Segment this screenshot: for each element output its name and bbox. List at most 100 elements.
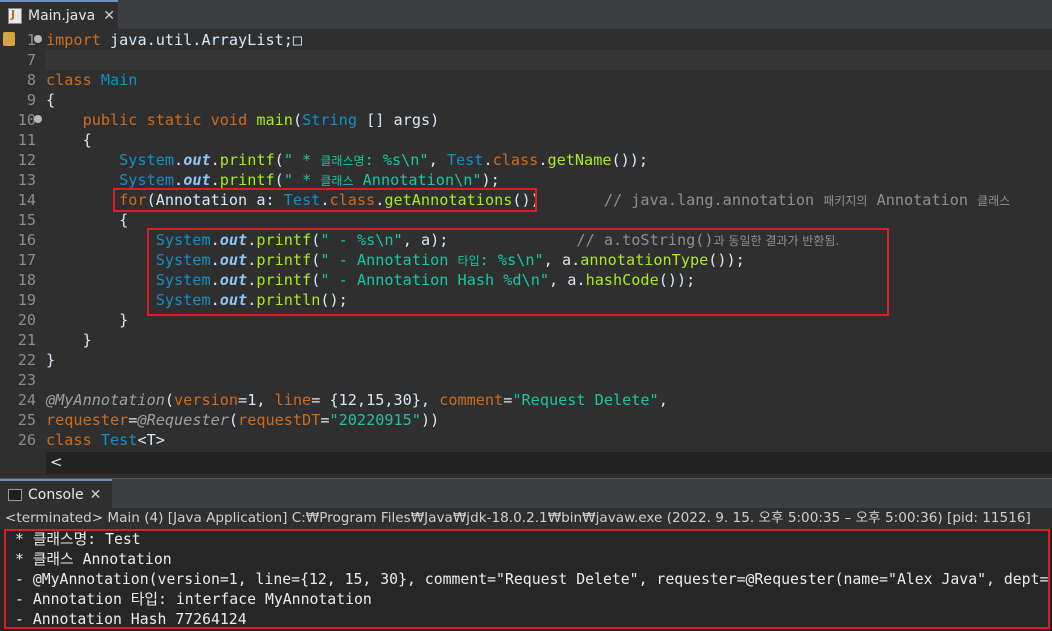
code-token: out (183, 171, 211, 189)
code-token: } (46, 351, 56, 369)
tab-console[interactable]: Console ✕ (0, 479, 112, 509)
console-icon (8, 489, 22, 501)
code-token: <T> (137, 431, 165, 449)
code-token: "Request Delete" (512, 391, 659, 409)
code-token: } (46, 331, 92, 349)
code-token: getName (547, 151, 612, 169)
line-number: 12 (17, 151, 36, 169)
code-token: = (320, 411, 330, 429)
tab-main-java[interactable]: Main.java ✕ (0, 0, 118, 30)
bookmark-icon[interactable] (3, 32, 15, 46)
code-token: Main (100, 71, 138, 89)
code-editor[interactable]: 1 import java.util.ArrayList;□ 7 8 class Mai… (0, 30, 1052, 474)
code-token: . (210, 151, 220, 169)
console-tab-label: Console (28, 487, 84, 503)
code-token: . (483, 151, 493, 169)
code-line[interactable]: 8 class Main (0, 70, 1052, 90)
code-token: 클래스명 (320, 154, 365, 168)
line-number: 15 (17, 211, 36, 229)
code-token: String (302, 111, 357, 129)
line-number: 18 (17, 271, 36, 289)
code-token: class (46, 71, 92, 89)
line-number: 19 (17, 291, 36, 309)
console-status-line: <terminated> Main (4) [Java Application]… (0, 508, 1052, 529)
code-line[interactable]: 15 { (0, 210, 1052, 230)
close-console-icon[interactable]: ✕ (90, 487, 102, 503)
code-line[interactable]: 12 System.out.printf(" * 클래스명: %s\n", Te… (0, 150, 1052, 170)
java-file-icon (8, 8, 22, 24)
code-text: public static void main(String [] args) (46, 110, 440, 130)
code-line[interactable]: 24 @MyAnnotation(version=1, line= {12,15,… (0, 390, 1052, 410)
fold-toggle-icon[interactable] (34, 35, 42, 43)
code-line[interactable]: 23 (0, 370, 1052, 390)
code-token: System (119, 151, 175, 169)
code-token: printf (219, 171, 275, 189)
code-token: , (658, 391, 668, 409)
code-token: java.util.ArrayList; (100, 31, 293, 49)
line-number: 11 (17, 131, 36, 149)
code-text: class Test<T> (46, 430, 165, 450)
line-number: 1 (26, 31, 36, 49)
code-token: " * (283, 171, 321, 189)
line-number: 9 (26, 91, 36, 109)
highlight-print-block (147, 228, 889, 316)
code-token: class (492, 151, 539, 169)
code-line[interactable]: 21 } (0, 330, 1052, 350)
code-token: ); (481, 171, 500, 189)
code-text: System.out.printf(" * 클래스명: %s\n", Test.… (46, 150, 648, 171)
code-text: requester=@Requester(requestDT="20220915… (46, 410, 439, 430)
tab-label: Main.java (28, 8, 96, 24)
code-token: @MyAnnotation (46, 391, 165, 409)
code-token: ()); (611, 151, 649, 169)
code-token: [] args) (356, 111, 440, 129)
line-number: 17 (17, 251, 36, 269)
code-token: . (174, 171, 184, 189)
code-line[interactable]: 11 { (0, 130, 1052, 150)
code-token: public (82, 111, 138, 129)
code-line[interactable]: 13 System.out.printf(" * 클래스 Annotation\… (0, 170, 1052, 190)
code-token: out (183, 151, 211, 169)
code-line[interactable]: 1 import java.util.ArrayList;□ (0, 30, 1052, 50)
code-line[interactable]: 26 class Test<T> (0, 430, 1052, 450)
line-number: 10 (17, 111, 36, 129)
code-token: requestDT (238, 411, 321, 429)
code-token: = {12,15,30}, (311, 391, 440, 409)
line-number: 14 (17, 191, 36, 209)
line-number: 23 (17, 371, 36, 389)
code-text: } (46, 350, 55, 370)
code-token: , (428, 151, 447, 169)
code-token: static (146, 111, 202, 129)
code-token: { (46, 131, 92, 149)
code-line[interactable]: 10 public static void main(String [] arg… (0, 110, 1052, 130)
code-line[interactable]: 22} (0, 350, 1052, 370)
code-token: class (46, 431, 92, 449)
code-text: } (46, 310, 128, 330)
horizontal-scrollbar[interactable]: < (46, 452, 1052, 474)
code-line[interactable]: 7 (0, 50, 1052, 70)
line-number: 8 (26, 71, 36, 89)
code-token: { (46, 91, 56, 109)
close-tab-icon[interactable]: ✕ (103, 8, 115, 24)
code-token: ( (292, 111, 303, 129)
code-token: ( (274, 151, 284, 169)
line-number: 21 (17, 331, 36, 349)
code-token: 클래스 (977, 194, 1011, 208)
line-number: 26 (17, 431, 36, 449)
code-token: version (174, 391, 239, 409)
code-token: comment (439, 391, 504, 409)
code-text: @MyAnnotation(version=1, line= {12,15,30… (46, 390, 668, 410)
code-line[interactable]: 25 requester=@Requester(requestDT="202209… (0, 410, 1052, 430)
code-line[interactable]: 9{ (0, 90, 1052, 110)
scroll-left-arrow-icon[interactable]: < (50, 453, 63, 471)
code-text: { (46, 90, 55, 110)
fold-toggle-icon[interactable] (34, 115, 42, 123)
console-output[interactable]: * 클래스명: Test * 클래스 Annotation - @MyAnnotat… (0, 529, 1052, 631)
code-token: line (274, 391, 312, 409)
